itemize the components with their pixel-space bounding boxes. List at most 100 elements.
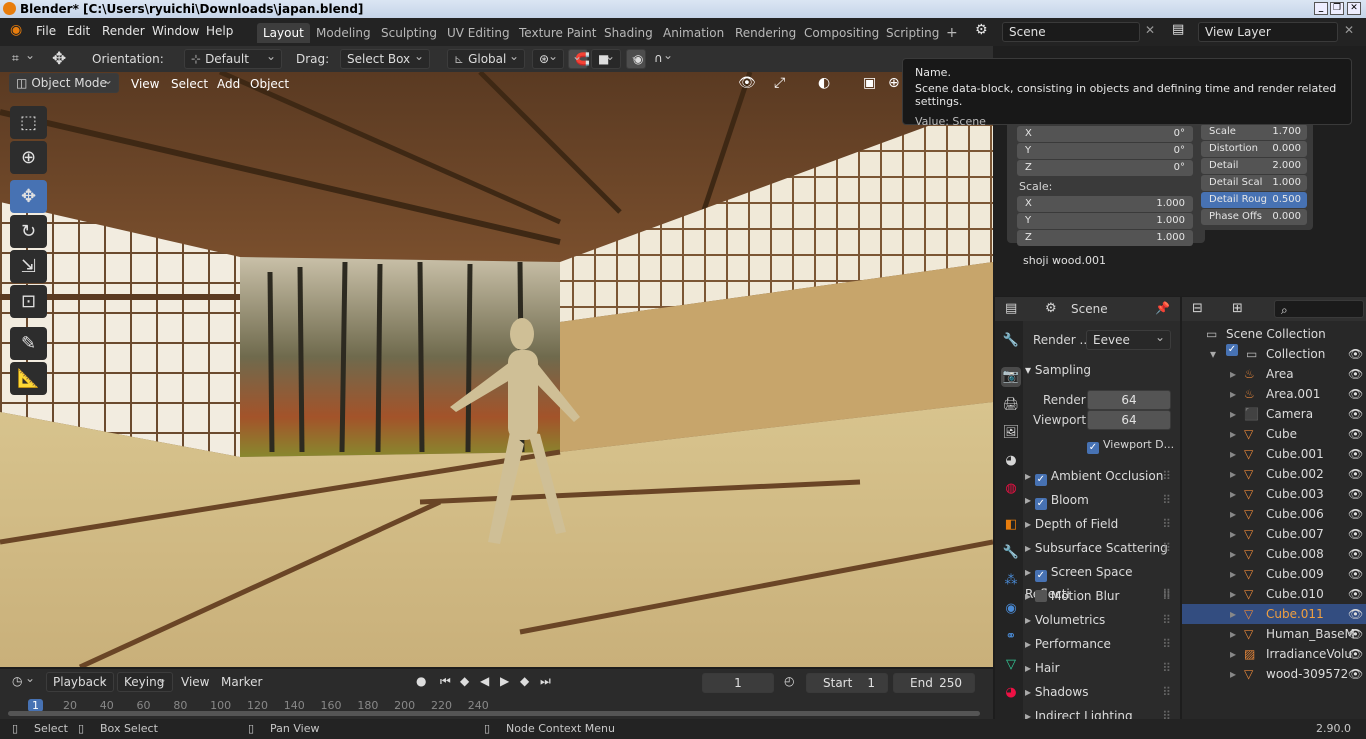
eye-icon[interactable]: 👁 bbox=[1348, 424, 1363, 444]
end-frame-field[interactable]: End 250 bbox=[893, 673, 975, 693]
detail-roughness-field[interactable]: Detail Roug 0.500 bbox=[1201, 192, 1307, 208]
minimize-icon[interactable]: _ bbox=[1314, 2, 1328, 15]
3d-viewport[interactable]: ◫Object Mode View Select Add Object 👁 ⤢ … bbox=[0, 72, 993, 667]
panel-header-0[interactable]: ▸ ✓ Ambient Occlusion ⠿ bbox=[1025, 465, 1173, 487]
expand-icon[interactable]: ▸ bbox=[1230, 664, 1236, 684]
playback-menu[interactable]: Playback bbox=[46, 670, 114, 692]
drag-dropdown[interactable]: Select Box bbox=[340, 47, 430, 69]
tab-shading[interactable]: Shading bbox=[598, 23, 659, 43]
modifier-tab-icon[interactable]: 🔧 bbox=[1001, 543, 1021, 563]
panel-header-1[interactable]: ▸ ✓ Bloom ⠿ bbox=[1025, 489, 1173, 511]
editor-type-icon[interactable]: ⌗ bbox=[6, 46, 40, 69]
tab-texture-paint[interactable]: Texture Paint bbox=[513, 23, 602, 43]
viewport-menu-add[interactable]: Add bbox=[217, 77, 240, 91]
blender-menu-icon[interactable]: ◉ bbox=[10, 22, 22, 38]
move-tool-button-icon[interactable]: ✥ bbox=[10, 180, 47, 213]
distortion-field[interactable]: Distortion 0.000 bbox=[1201, 141, 1307, 157]
outliner-row-12[interactable]: ▸ ▽ Cube.011 👁 bbox=[1182, 604, 1366, 624]
outliner-row-13[interactable]: ▸ ▽ Human_BaseM 👁 bbox=[1182, 624, 1366, 644]
drag-handle-icon[interactable]: ⠿ bbox=[1162, 681, 1171, 703]
drag-handle-icon[interactable]: ⠿ bbox=[1162, 489, 1171, 511]
outliner-row-2[interactable]: ▸ ⬛ Camera 👁 bbox=[1182, 404, 1366, 424]
jump-start-icon[interactable]: ⏮ bbox=[440, 674, 451, 689]
outliner-row-8[interactable]: ▸ ▽ Cube.007 👁 bbox=[1182, 524, 1366, 544]
exclude-checkbox[interactable]: ✓ bbox=[1226, 344, 1238, 356]
eye-icon[interactable]: 👁 bbox=[1348, 484, 1363, 504]
view-layer-field[interactable]: View Layer bbox=[1198, 22, 1338, 42]
expand-icon[interactable]: ▸ bbox=[1230, 604, 1236, 624]
scale-y-field[interactable]: Y 1.000 bbox=[1017, 213, 1193, 229]
panel-header-5[interactable]: ▸ Motion Blur ⠿ bbox=[1025, 585, 1173, 607]
tab-layout[interactable]: Layout bbox=[257, 23, 310, 43]
mapping-node[interactable]: X 0° Y 0° Z 0° Scale: X 1.000 Y 1.000 Z 1.000 bbox=[1007, 108, 1205, 246]
eye-icon[interactable]: 👁 bbox=[1348, 564, 1363, 584]
outliner-row-4[interactable]: ▸ ▽ Cube.001 👁 bbox=[1182, 444, 1366, 464]
physics-tab-icon[interactable]: ◉ bbox=[1001, 599, 1021, 619]
drag-handle-icon[interactable]: ⠿ bbox=[1162, 465, 1171, 487]
panel-header-7[interactable]: ▸ Performance ⠿ bbox=[1025, 633, 1173, 655]
expand-icon[interactable]: ▸ bbox=[1230, 444, 1236, 464]
maximize-icon[interactable]: ❐ bbox=[1330, 2, 1344, 15]
visibility-icon[interactable]: 👁 bbox=[738, 75, 756, 91]
expand-icon[interactable]: ▸ bbox=[1230, 424, 1236, 444]
rotation-x-field[interactable]: X 0° bbox=[1017, 126, 1193, 142]
transform-tool-icon[interactable]: ⊡ bbox=[10, 285, 47, 318]
gizmo-icon[interactable]: ⤢ bbox=[774, 75, 785, 91]
timeline-view-menu[interactable]: View bbox=[181, 675, 209, 689]
tab-scripting[interactable]: Scripting bbox=[880, 23, 945, 43]
menu-render[interactable]: Render bbox=[102, 24, 145, 38]
overlay-icon[interactable]: ◐ bbox=[818, 75, 830, 91]
timeline-scrollbar[interactable] bbox=[8, 711, 980, 716]
panel-header-9[interactable]: ▸ Shadows ⠿ bbox=[1025, 681, 1173, 703]
expand-icon[interactable]: ▸ bbox=[1230, 504, 1236, 524]
outliner-row-3[interactable]: ▸ ▽ Cube 👁 bbox=[1182, 424, 1366, 444]
expand-icon[interactable]: ▸ bbox=[1230, 464, 1236, 484]
timeline-marker-menu[interactable]: Marker bbox=[221, 675, 262, 689]
render-tab-icon[interactable]: 📷 bbox=[1001, 367, 1021, 387]
expand-icon[interactable]: ▸ bbox=[1230, 364, 1236, 384]
panel-header-2[interactable]: ▸ Depth of Field ⠿ bbox=[1025, 513, 1173, 535]
outliner-row-14[interactable]: ▸ ▨ IrradianceVolu 👁 bbox=[1182, 644, 1366, 664]
outliner-row-9[interactable]: ▸ ▽ Cube.008 👁 bbox=[1182, 544, 1366, 564]
outliner-row-5[interactable]: ▸ ▽ Cube.002 👁 bbox=[1182, 464, 1366, 484]
viewport-menu-select[interactable]: Select bbox=[171, 77, 208, 91]
panel-header-4[interactable]: ▸ ✓ Screen Space Reflecti ⠿ bbox=[1025, 561, 1173, 601]
falloff-icon[interactable]: ∩ bbox=[648, 46, 678, 69]
panel-header-3[interactable]: ▸ Subsurface Scattering ⠿ bbox=[1025, 537, 1173, 559]
object-mode-dropdown[interactable]: ◫ Object Mode bbox=[9, 72, 119, 93]
stopwatch-icon[interactable]: ◴ bbox=[784, 674, 794, 688]
eye-icon[interactable]: 👁 bbox=[1348, 524, 1363, 544]
prev-keyframe-icon[interactable]: ◆ bbox=[460, 674, 469, 688]
orientation-dropdown[interactable]: ⊹ Default bbox=[184, 47, 282, 69]
view-layer-icon[interactable]: ▤ bbox=[1172, 22, 1184, 37]
tab-sculpting[interactable]: Sculpting bbox=[375, 23, 443, 43]
outliner-row-scene-collection[interactable]: ▭ Scene Collection bbox=[1182, 324, 1366, 344]
cursor-tool-icon[interactable]: ⊕ bbox=[10, 141, 47, 174]
menu-edit[interactable]: Edit bbox=[67, 24, 90, 38]
eye-icon[interactable]: 👁 bbox=[1348, 504, 1363, 524]
tab-modeling[interactable]: Modeling bbox=[310, 23, 377, 43]
view-layer-unlink-icon[interactable]: ✕ bbox=[1344, 23, 1354, 37]
object-tab-icon[interactable]: ◧ bbox=[1001, 515, 1021, 535]
sampling-panel-header[interactable]: ▾ Sampling bbox=[1025, 359, 1173, 381]
rotate-tool-icon[interactable]: ↻ bbox=[10, 215, 47, 248]
scene-unlink-icon[interactable]: ✕ bbox=[1145, 23, 1155, 37]
tab-uv-editing[interactable]: UV Editing bbox=[441, 23, 516, 43]
timeline-editor-type-icon[interactable]: ◷ bbox=[6, 669, 40, 692]
drag-handle-icon[interactable]: ⠿ bbox=[1162, 633, 1171, 655]
eye-icon[interactable]: 👁 bbox=[1348, 344, 1363, 364]
outliner-row-6[interactable]: ▸ ▽ Cube.003 👁 bbox=[1182, 484, 1366, 504]
start-frame-field[interactable]: Start 1 bbox=[806, 673, 888, 693]
viewport-menu-object[interactable]: Object bbox=[250, 77, 289, 91]
keying-menu[interactable]: Keying bbox=[117, 670, 173, 692]
scene-tab-icon[interactable]: ◕ bbox=[1001, 451, 1021, 471]
drag-handle-icon[interactable]: ⠿ bbox=[1162, 609, 1171, 631]
eye-icon[interactable]: 👁 bbox=[1348, 444, 1363, 464]
tab-animation[interactable]: Animation bbox=[657, 23, 730, 43]
xray-icon[interactable]: ▣ bbox=[863, 75, 876, 91]
outliner-editor-type-icon[interactable]: ⊟ bbox=[1192, 301, 1203, 316]
eye-icon[interactable]: 👁 bbox=[1348, 584, 1363, 604]
viewport-menu-view[interactable]: View bbox=[131, 77, 159, 91]
select-box-tool-icon[interactable]: ⬚ bbox=[10, 106, 47, 139]
tab-rendering[interactable]: Rendering bbox=[729, 23, 802, 43]
